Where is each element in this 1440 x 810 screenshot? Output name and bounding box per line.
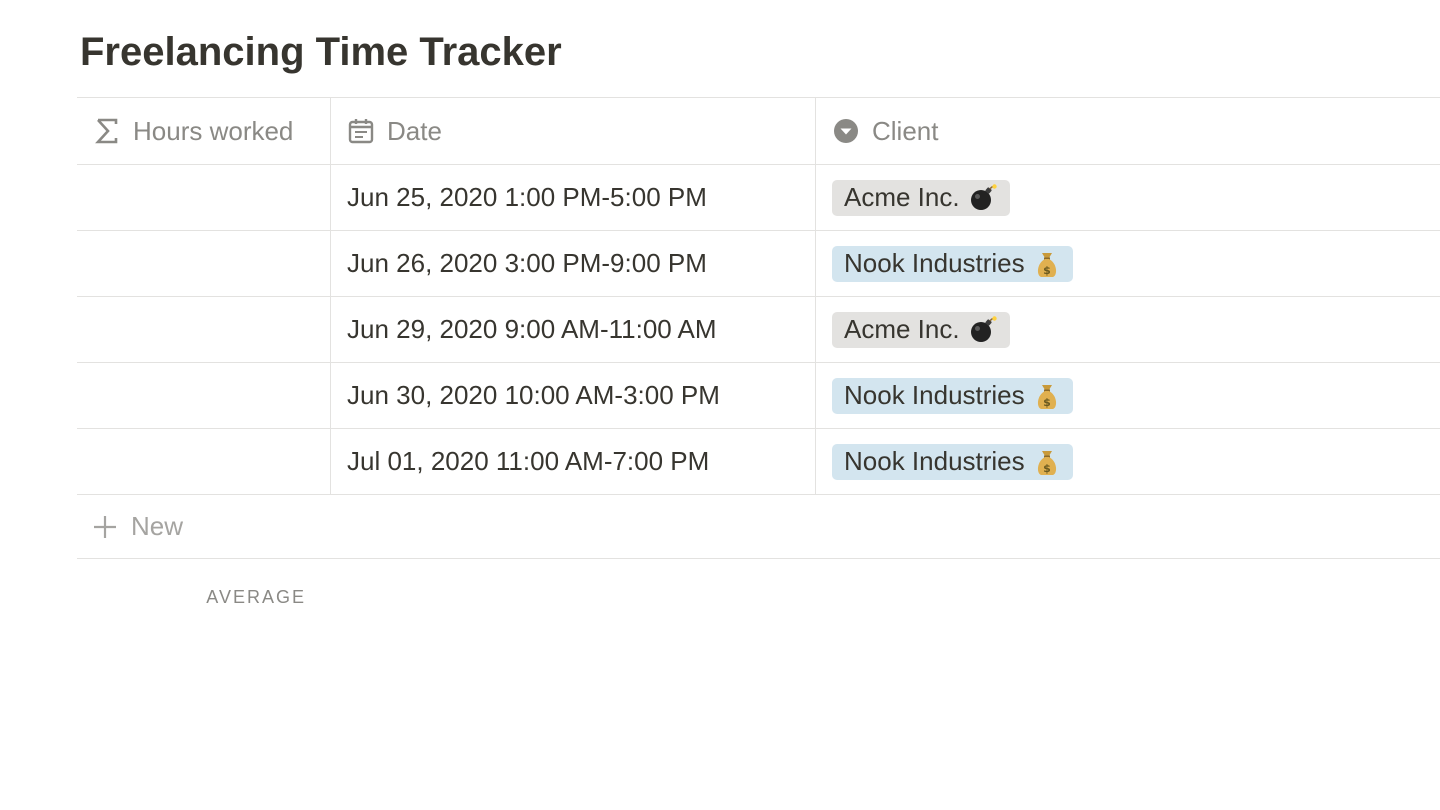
money-bag-icon: $ bbox=[1033, 381, 1061, 411]
svg-text:$: $ bbox=[1043, 264, 1051, 277]
database-table: Hours worked Date Client Jun 25, 2020 1:… bbox=[77, 97, 1440, 629]
date-cell[interactable]: Jun 26, 2020 3:00 PM-9:00 PM bbox=[331, 231, 816, 296]
hours-worked-cell[interactable] bbox=[77, 429, 331, 494]
calculation-average-label[interactable]: AVERAGE bbox=[77, 559, 306, 629]
client-tag: Acme Inc. bbox=[832, 311, 1010, 348]
date-value: Jun 25, 2020 1:00 PM-5:00 PM bbox=[347, 182, 707, 212]
client-cell[interactable]: Acme Inc. bbox=[816, 165, 1440, 230]
client-cell[interactable]: Nook Industries $ bbox=[816, 363, 1440, 428]
client-tag-label: Acme Inc. bbox=[844, 182, 960, 212]
client-cell[interactable]: Nook Industries $ bbox=[816, 231, 1440, 296]
page: Freelancing Time Tracker Hours worked Da… bbox=[0, 0, 1440, 810]
client-cell[interactable]: Nook Industries $ bbox=[816, 429, 1440, 494]
svg-text:$: $ bbox=[1043, 396, 1051, 409]
money-bag-icon: $ bbox=[1033, 447, 1061, 477]
hours-worked-cell[interactable] bbox=[77, 363, 331, 428]
client-tag-label: Nook Industries bbox=[844, 446, 1025, 476]
bomb-icon bbox=[968, 183, 998, 213]
client-tag: Nook Industries $ bbox=[832, 443, 1073, 480]
column-header-client[interactable]: Client bbox=[816, 98, 1440, 164]
hours-worked-cell[interactable] bbox=[77, 297, 331, 362]
select-dropdown-icon bbox=[832, 117, 860, 145]
add-new-row-label: New bbox=[131, 511, 184, 541]
bomb-icon bbox=[968, 315, 998, 345]
column-header-label: Date bbox=[387, 115, 442, 146]
client-cell[interactable]: Acme Inc. bbox=[816, 297, 1440, 362]
column-header-label: Client bbox=[872, 115, 939, 146]
client-tag: Nook Industries $ bbox=[832, 377, 1073, 414]
calendar-icon bbox=[347, 117, 375, 145]
client-tag: Nook Industries $ bbox=[832, 245, 1073, 282]
money-bag-icon: $ bbox=[1033, 249, 1061, 279]
date-cell[interactable]: Jun 30, 2020 10:00 AM-3:00 PM bbox=[331, 363, 816, 428]
column-header-date[interactable]: Date bbox=[331, 98, 816, 164]
sigma-icon bbox=[93, 117, 121, 145]
add-new-row-button[interactable]: New bbox=[77, 495, 1440, 559]
column-header-hours-worked[interactable]: Hours worked bbox=[77, 98, 331, 164]
hours-worked-cell[interactable] bbox=[77, 231, 331, 296]
table-header: Hours worked Date Client bbox=[77, 97, 1440, 165]
table-row[interactable]: Jun 26, 2020 3:00 PM-9:00 PM Nook Indust… bbox=[77, 231, 1440, 297]
table-row[interactable]: Jun 25, 2020 1:00 PM-5:00 PM Acme Inc. bbox=[77, 165, 1440, 231]
date-cell[interactable]: Jun 29, 2020 9:00 AM-11:00 AM bbox=[331, 297, 816, 362]
date-value: Jun 26, 2020 3:00 PM-9:00 PM bbox=[347, 248, 707, 278]
client-tag-label: Nook Industries bbox=[844, 380, 1025, 410]
client-tag-label: Nook Industries bbox=[844, 248, 1025, 278]
hours-worked-cell[interactable] bbox=[77, 165, 331, 230]
column-header-label: Hours worked bbox=[133, 115, 294, 146]
date-value: Jun 30, 2020 10:00 AM-3:00 PM bbox=[347, 380, 720, 410]
table-row[interactable]: Jul 01, 2020 11:00 AM-7:00 PM Nook Indus… bbox=[77, 429, 1440, 495]
table-row[interactable]: Jun 30, 2020 10:00 AM-3:00 PM Nook Indus… bbox=[77, 363, 1440, 429]
svg-text:$: $ bbox=[1043, 462, 1051, 475]
client-tag-label: Acme Inc. bbox=[844, 314, 960, 344]
date-value: Jul 01, 2020 11:00 AM-7:00 PM bbox=[347, 446, 710, 476]
date-cell[interactable]: Jun 25, 2020 1:00 PM-5:00 PM bbox=[331, 165, 816, 230]
plus-icon bbox=[91, 513, 119, 541]
date-cell[interactable]: Jul 01, 2020 11:00 AM-7:00 PM bbox=[331, 429, 816, 494]
client-tag: Acme Inc. bbox=[832, 179, 1010, 216]
table-row[interactable]: Jun 29, 2020 9:00 AM-11:00 AM Acme Inc. bbox=[77, 297, 1440, 363]
page-title: Freelancing Time Tracker bbox=[80, 30, 562, 74]
date-value: Jun 29, 2020 9:00 AM-11:00 AM bbox=[347, 314, 717, 344]
calculation-footer: AVERAGE bbox=[77, 559, 1440, 629]
